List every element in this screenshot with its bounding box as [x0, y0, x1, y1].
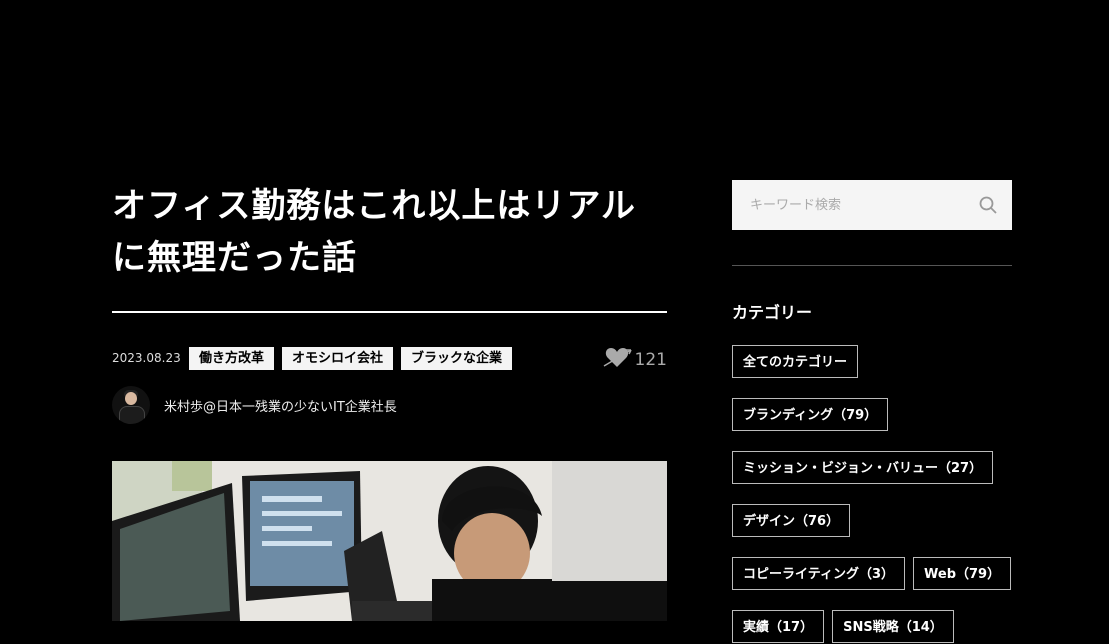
article-title: オフィス勤務はこれ以上はリアルに無理だった話 [112, 186, 636, 278]
author-info[interactable]: 米村歩@日本一残業の少ないIT企業社長 [112, 386, 397, 424]
category-web[interactable]: Web（79） [913, 557, 1012, 590]
title-divider [112, 311, 667, 313]
search-input[interactable] [732, 180, 962, 230]
article-column: オフィス勤務はこれ以上はリアルに無理だった話 2023.08.23 働き方改革 … [112, 180, 667, 621]
category-copywriting[interactable]: コピーライティング（3） [732, 557, 906, 590]
category-mission-vision-value[interactable]: ミッション・ビジョン・バリュー（27） [732, 451, 994, 484]
category-heading: カテゴリー [732, 303, 813, 322]
author-name[interactable]: 米村歩@日本一残業の少ないIT企業社長 [164, 396, 397, 415]
like-button[interactable]: 121 [603, 346, 667, 374]
category-design[interactable]: デザイン（76） [732, 504, 851, 537]
category-list: 全てのカテゴリー ブランディング（79） ミッション・ビジョン・バリュー（27）… [732, 345, 1022, 643]
category-all[interactable]: 全てのカテゴリー [732, 345, 859, 378]
post-date: 2023.08.23 [112, 351, 181, 365]
category-works[interactable]: 実績（17） [732, 610, 825, 643]
article-meta: 2023.08.23 働き方改革 オモシロイ会社 ブラックな企業 121 [112, 346, 667, 372]
tag-black-company[interactable]: ブラックな企業 [401, 347, 513, 370]
hero-image [112, 461, 667, 621]
tag-work-style[interactable]: 働き方改革 [189, 347, 275, 370]
tag-interesting-company[interactable]: オモシロイ会社 [282, 347, 394, 370]
search-box [732, 180, 1012, 230]
tag-list: 働き方改革 オモシロイ会社 ブラックな企業 [189, 347, 513, 370]
heart-arrow-icon [603, 346, 633, 374]
sidebar: カテゴリー 全てのカテゴリー ブランディング（79） ミッション・ビジョン・バリ… [732, 180, 1012, 643]
avatar [112, 386, 150, 424]
category-branding[interactable]: ブランディング（79） [732, 398, 889, 431]
like-count: 121 [634, 350, 667, 370]
category-sns-strategy[interactable]: SNS戦略（14） [832, 610, 954, 643]
sidebar-divider [732, 265, 1012, 266]
search-icon[interactable] [978, 195, 998, 215]
